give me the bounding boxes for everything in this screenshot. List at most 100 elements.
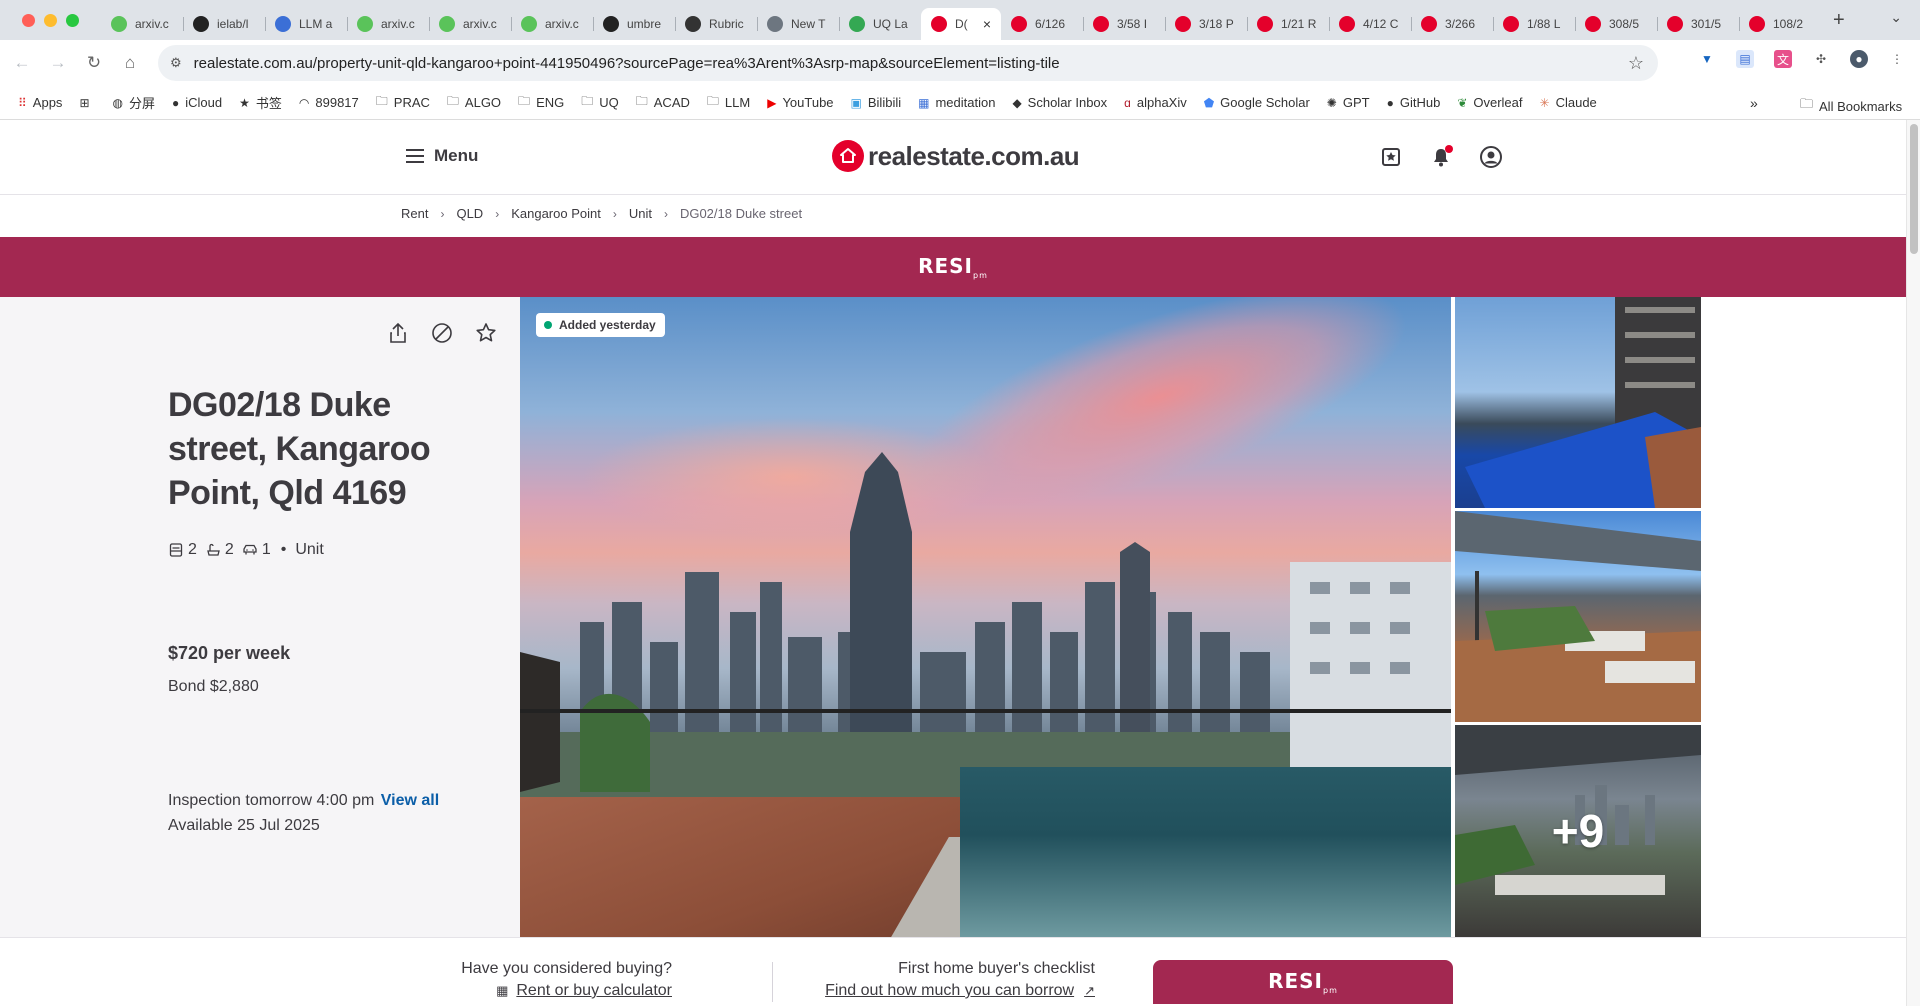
share-icon[interactable] [386,321,410,345]
view-all-inspections-link[interactable]: View all [381,792,439,809]
pool-thumbnail[interactable] [1455,297,1701,508]
browser-tab[interactable]: ielab/l [183,8,265,40]
page-scrollbar[interactable] [1906,120,1920,1006]
new-tab-button[interactable]: + [1833,9,1845,32]
browser-tab[interactable]: UQ La [839,8,921,40]
browser-tab-active[interactable]: D(× [921,8,1001,40]
close-window-button[interactable] [22,13,35,27]
bookmark-item[interactable]: ★ 书签 [239,93,282,112]
vpn-extension-icon[interactable]: ▼ [1698,50,1716,68]
browser-tab[interactable]: 3/266 [1411,8,1493,40]
bookmark-item[interactable]: ● iCloud [172,95,222,110]
minimize-window-button[interactable] [44,13,57,27]
back-button[interactable]: ← [4,53,40,73]
saved-properties-icon[interactable] [1378,144,1404,170]
bookmark-item[interactable]: ▣ Bilibili [851,95,902,110]
translate-extension-icon[interactable]: 文 [1774,50,1792,68]
bookmark-item[interactable]: 🗀 UQ [581,92,619,113]
bookmark-item[interactable]: ⊞ [79,96,95,110]
browser-tab[interactable]: 301/5 [1657,8,1739,40]
bookmarks-overflow-button[interactable]: » [1750,95,1758,111]
bookmark-item[interactable]: ◆ Scholar Inbox [1012,95,1107,110]
rent-or-buy-calculator-link[interactable]: ▦ Rent or buy calculator [452,982,672,1000]
breadcrumb-link[interactable]: QLD [456,206,483,221]
bookmark-item[interactable]: ✺ GPT [1327,95,1370,110]
browser-tab[interactable]: 6/126 [1001,8,1083,40]
address-bar[interactable]: ⚙ realestate.com.au/property-unit-qld-ka… [158,45,1658,81]
bookmark-item[interactable]: ✳ Claude [1540,95,1597,110]
more-photos-thumbnail[interactable]: +9 [1455,725,1701,937]
realestate-favicon-icon [1667,16,1683,32]
bookmark-item[interactable]: ▶ YouTube [767,95,833,110]
browser-tab[interactable]: arxiv.c [511,8,593,40]
browser-tab[interactable]: LLM a [265,8,347,40]
bathrooms-feature: 2 [205,541,234,559]
forward-button[interactable]: → [40,53,76,73]
bookmark-item[interactable]: ▦ meditation [918,95,995,110]
bookmark-item[interactable]: ● GitHub [1387,95,1441,110]
bookmark-item[interactable]: 🗀 ALGO [447,92,501,113]
extensions-puzzle-icon[interactable]: ✣ [1812,50,1830,68]
bookmark-item[interactable]: ◠ 899817 [299,95,359,110]
bookmark-item[interactable]: 🗀 ENG [518,92,564,113]
bookmark-item[interactable]: ❦ Overleaf [1457,95,1522,110]
fullscreen-window-button[interactable] [66,13,79,27]
docs-extension-icon[interactable]: ▤ [1736,50,1754,68]
browser-tab[interactable]: arxiv.c [347,8,429,40]
browser-toolbar: ← → ↻ ⌂ ⚙ realestate.com.au/property-uni… [0,40,1920,86]
buying-question: Have you considered buying? [461,960,672,977]
browser-tab[interactable]: 1/21 R [1247,8,1329,40]
inspection-info: Inspection tomorrow 4:00 pm View all [168,792,439,810]
browser-tab[interactable]: arxiv.c [429,8,511,40]
menu-button[interactable]: Menu [406,146,478,166]
bookmark-item[interactable]: 🗀 ACAD [636,92,690,113]
arxiv-favicon-icon [439,16,455,32]
url-text[interactable]: realestate.com.au/property-unit-qld-kang… [194,55,1060,72]
browser-tab[interactable]: 1/88 L [1493,8,1575,40]
breadcrumb-link[interactable]: Rent [401,206,428,221]
browser-tab[interactable]: Rubric [675,8,757,40]
agency-contact-card[interactable]: RESIpm [1153,960,1453,1004]
breadcrumb-link[interactable]: Unit [629,206,652,221]
bookmark-item[interactable]: ɑ alphaXiv [1124,95,1187,110]
profile-avatar[interactable]: ● [1850,50,1868,68]
browser-tab[interactable]: umbre [593,8,675,40]
bookmark-item[interactable]: 🗀 PRAC [376,92,430,113]
home-button[interactable]: ⌂ [112,53,148,73]
agency-banner[interactable]: RESIpm [0,237,1906,297]
close-tab-icon[interactable]: × [983,16,991,32]
bedrooms-feature: 2 [168,541,197,559]
all-bookmarks-button[interactable]: 🗀 All Bookmarks [1800,95,1902,117]
breadcrumb-link[interactable]: Kangaroo Point [511,206,601,221]
browser-tab[interactable]: 3/18 P [1165,8,1247,40]
browser-tab[interactable]: 4/12 C [1329,8,1411,40]
first-home-promo: First home buyer's checklist Find out ho… [800,960,1095,1000]
site-header: Menu realestate.com.au [0,120,1906,195]
folder-icon: 🗀 [518,94,531,108]
more-menu-icon[interactable]: ⋮ [1888,50,1906,68]
account-avatar-icon[interactable] [1478,144,1504,170]
scrollbar-thumb[interactable] [1910,124,1918,254]
bookmark-star-icon[interactable]: ☆ [1628,53,1644,74]
bookmark-item[interactable]: ⠿ Apps [18,95,62,110]
notifications-bell-icon[interactable] [1428,144,1454,170]
browser-tab[interactable]: 3/58 I [1083,8,1165,40]
favourite-star-icon[interactable] [474,321,498,345]
reload-button[interactable]: ↻ [76,53,112,73]
bookmark-item[interactable]: ⬟ Google Scholar [1204,95,1310,110]
browser-tab[interactable]: 108/2 [1739,8,1821,40]
borrowing-power-link[interactable]: Find out how much you can borrow ↗ [800,982,1095,1000]
browser-tab[interactable]: 308/5 [1575,8,1657,40]
site-info-icon[interactable]: ⚙ [170,55,182,71]
site-logo[interactable]: realestate.com.au [832,140,1080,172]
hide-listing-icon[interactable] [430,321,454,345]
chevron-down-icon[interactable]: ⌄ [1890,9,1902,26]
bookmark-item[interactable]: ◍ 分屏 [113,93,156,112]
bookmark-label: Claude [1555,95,1597,110]
main-property-photo[interactable]: Added yesterday [520,297,1451,937]
rooftop-terrace-thumbnail[interactable] [1455,511,1701,722]
realestate-favicon-icon [1503,16,1519,32]
browser-tab[interactable]: New T [757,8,839,40]
browser-tab[interactable]: arxiv.c [101,8,183,40]
bookmark-item[interactable]: 🗀 LLM [707,92,750,113]
